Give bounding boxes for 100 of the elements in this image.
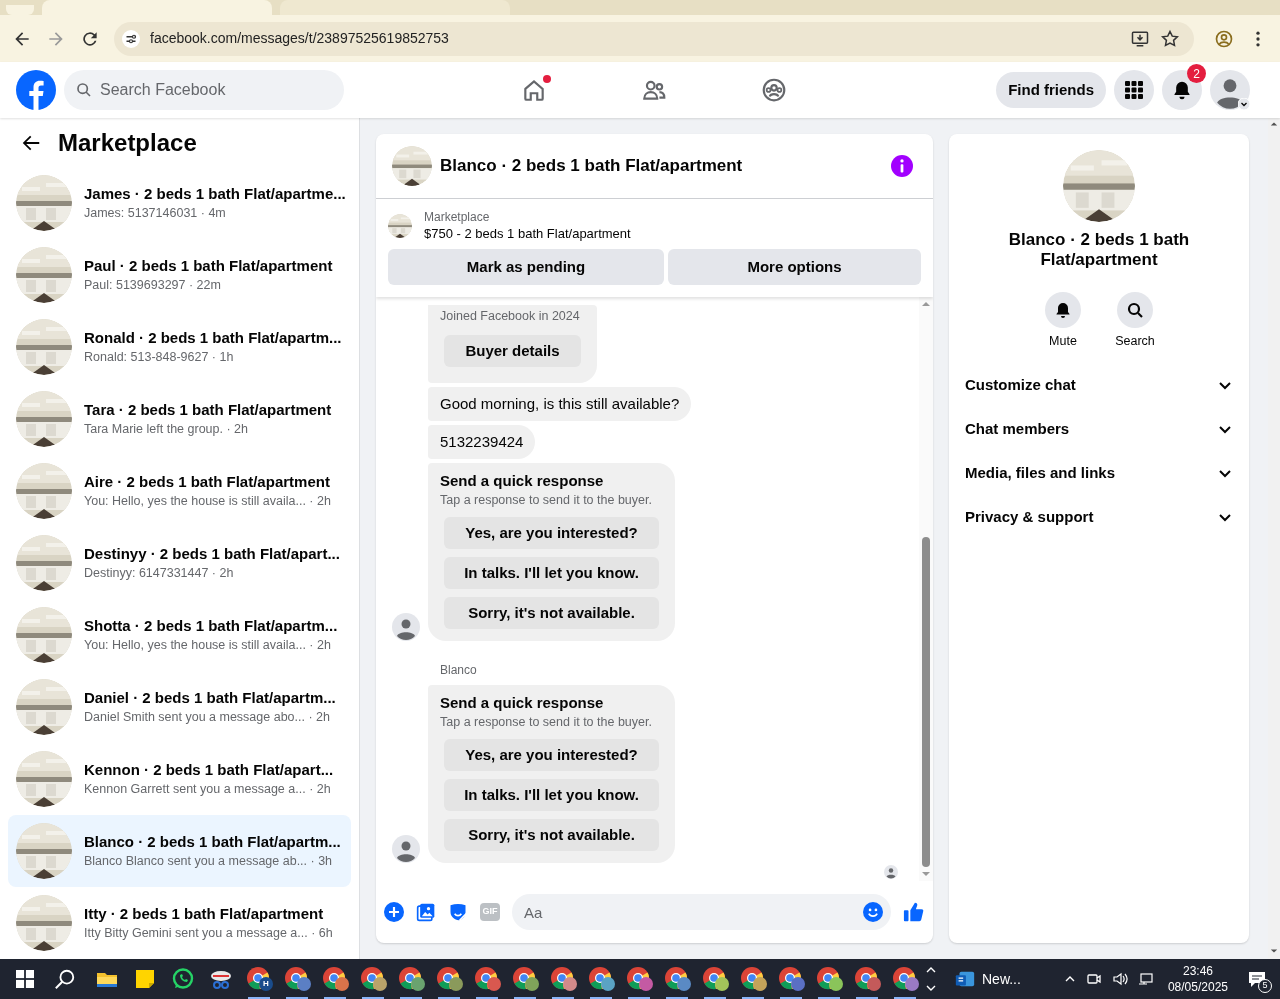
url-text: facebook.com/messages/t/23897525619852753 (150, 29, 450, 48)
chat-bubble-icon (171, 967, 195, 991)
details-title: Blanco · 2 beds 1 bath Flat/apartment (1007, 230, 1191, 270)
listing-action-button[interactable]: More options (668, 249, 921, 285)
conversation-item[interactable]: James · 2 beds 1 bath Flat/apartme... James: 5137146031 · 4m (8, 167, 351, 239)
volume-icon[interactable] (1111, 971, 1128, 987)
clock[interactable]: 23:46 08/05/2025 (1163, 963, 1232, 995)
note-icon (133, 967, 157, 991)
taskbar-app[interactable]: H (240, 959, 278, 999)
info-icon[interactable] (891, 155, 913, 177)
thumbs-up-icon[interactable] (903, 901, 925, 923)
windows-icon[interactable] (16, 970, 34, 988)
conversation-title: Aire · 2 beds 1 bath Flat/apartment (84, 472, 331, 492)
section-label: Customize chat (965, 374, 1077, 395)
notification-center-button[interactable]: 5 (1242, 964, 1272, 994)
conversation-item[interactable]: Daniel · 2 beds 1 bath Flat/apartm... Daniel Smith sent you a message abo... · 2h (8, 671, 351, 743)
menu-button[interactable] (1114, 70, 1154, 110)
conversation-item[interactable]: Tara · 2 beds 1 bath Flat/apartment Tara Marie left the group. · 2h (8, 383, 351, 455)
profile-badge: H (259, 977, 273, 991)
buyer-joined-text: Joined Facebook in 2024 (440, 308, 581, 325)
buyer-details-button[interactable]: Buyer details (444, 335, 581, 367)
emoji-icon[interactable] (863, 902, 883, 922)
conversation-preview: James: 5137146031 · 4m (84, 205, 227, 222)
message-field[interactable]: Aa (512, 894, 891, 930)
message-bubble: Good morning, is this still available? (428, 387, 692, 421)
section-row[interactable]: Chat members (957, 406, 1241, 451)
conversation-item[interactable]: Paul · 2 beds 1 bath Flat/apartment Paul: 5139693297 · 22m (8, 239, 351, 311)
star-icon[interactable] (1160, 28, 1180, 49)
conversation-preview: Daniel Smith sent you a message abo... · 2h (84, 709, 331, 726)
notification-count: 5 (1258, 979, 1272, 993)
chat-title: Blanco · 2 beds 1 bath Flat/apartment (440, 155, 744, 178)
profile-icon[interactable] (1214, 28, 1234, 49)
site-settings-icon (122, 29, 140, 48)
sender-name: Blanco (440, 663, 477, 677)
notifications-button[interactable] (1162, 70, 1202, 110)
conversation-preview: Paul: 5139693297 · 22m (84, 277, 222, 294)
conversation-item[interactable]: Ronald · 2 beds 1 bath Flat/apartm... Ronald: 513-848-9627 · 1h (8, 311, 351, 383)
conversation-item[interactable]: Kennon · 2 beds 1 bath Flat/apart... Kennon Garrett sent you a message a... · 2h (8, 743, 351, 815)
listing-action-button[interactable]: Mark as pending (388, 249, 664, 285)
conversation-item[interactable]: Blanco · 2 beds 1 bath Flat/apartm... Blanco Blanco sent you a message ab... · 3h (8, 815, 351, 887)
news-widget[interactable]: New... (948, 959, 1027, 999)
quick-reply-button[interactable]: Sorry, it's not available. (444, 819, 659, 851)
section-label: Media, files and links (965, 462, 1117, 483)
grid-icon (1124, 80, 1144, 100)
section-label: Privacy & support (965, 506, 1095, 527)
page-scrollbar[interactable] (1268, 118, 1280, 959)
search-icon[interactable] (54, 968, 76, 990)
scrollbar[interactable] (919, 297, 933, 881)
search-button[interactable] (1117, 292, 1153, 328)
address-bar[interactable]: facebook.com/messages/t/23897525619852753 (114, 21, 1194, 56)
conversation-title: Daniel · 2 beds 1 bath Flat/apartm... (84, 688, 336, 708)
conversation-title: James · 2 beds 1 bath Flat/apartme... (84, 184, 343, 204)
conversation-preview: Ronald: 513-848-9627 · 1h (84, 349, 235, 366)
read-receipt-icon (884, 865, 898, 879)
conversation-item[interactable]: Aire · 2 beds 1 bath Flat/apartment You: Hello, yes the house is still availa... · 2h (8, 455, 351, 527)
network-icon[interactable] (1137, 971, 1154, 987)
caret-icon (1238, 98, 1250, 110)
conversation-preview: Blanco Blanco sent you a message ab... · 3h (84, 853, 334, 870)
quick-reply-button[interactable]: Sorry, it's not available. (444, 597, 659, 629)
sticker-icon[interactable] (448, 902, 468, 922)
scroll-down-icon (921, 869, 931, 879)
quick-reply-button[interactable]: Yes, are you interested? (444, 517, 659, 549)
account-button[interactable] (1210, 70, 1250, 110)
avatar-icon (392, 835, 420, 863)
scroll-up-icon (921, 299, 931, 309)
conversation-preview: You: Hello, yes the house is still availa... · 2h (84, 637, 332, 654)
avatar-icon (392, 613, 420, 641)
conversation-item[interactable]: Destinyy · 2 beds 1 bath Flat/apart... Destinyy: 6147331447 · 2h (8, 527, 351, 599)
conversation-item[interactable]: Itty · 2 beds 1 bath Flat/apartment Itty Bitty Gemini sent you a message a... · 6h (8, 887, 351, 959)
find-friends-button[interactable]: Find friends (996, 72, 1106, 108)
meet-icon[interactable] (1085, 971, 1102, 987)
conversation-preview: Destinyy: 6147331447 · 2h (84, 565, 235, 582)
action-label: Mute (1049, 333, 1077, 350)
groups-icon (761, 77, 787, 103)
section-label: Chat members (965, 418, 1071, 439)
bubble-subtitle: Tap a response to send it to the buyer. (440, 492, 653, 509)
conversation-title: Blanco · 2 beds 1 bath Flat/apartm... (84, 832, 341, 852)
conversation-title: Ronald · 2 beds 1 bath Flat/apartm... (84, 328, 342, 348)
search-field[interactable]: Search Facebook (64, 70, 344, 110)
section-row[interactable]: Privacy & support (957, 494, 1241, 539)
conversation-preview: You: Hello, yes the house is still availa... · 2h (84, 493, 331, 510)
section-row[interactable]: Media, files and links (957, 450, 1241, 495)
conversation-title: Kennon · 2 beds 1 bath Flat/apart... (84, 760, 334, 780)
section-row[interactable]: Customize chat (957, 362, 1241, 407)
conversation-title: Destinyy · 2 beds 1 bath Flat/apart... (84, 544, 340, 564)
plus-icon[interactable] (384, 902, 404, 922)
logo-icon[interactable] (16, 70, 56, 110)
bubble-title: Send a quick response (440, 693, 605, 713)
photo-icon[interactable] (416, 902, 436, 922)
quick-reply-button[interactable]: Yes, are you interested? (444, 739, 659, 771)
mute-button[interactable] (1045, 292, 1081, 328)
conversation-item[interactable]: Shotta · 2 beds 1 bath Flat/apartm... You: Hello, yes the house is still availa... · 2h (8, 599, 351, 671)
conversation-title: Tara · 2 beds 1 bath Flat/apartment (84, 400, 332, 420)
quick-reply-button[interactable]: In talks. I'll let you know. (444, 779, 659, 811)
action-label: Search (1115, 333, 1155, 350)
scrollbar-thumb[interactable] (922, 537, 930, 867)
bell-icon (1172, 80, 1192, 100)
scroll-down-icon (1270, 947, 1278, 955)
quick-reply-button[interactable]: In talks. I'll let you know. (444, 557, 659, 589)
conversation-preview: Kennon Garrett sent you a message a... · 2h (84, 781, 332, 798)
